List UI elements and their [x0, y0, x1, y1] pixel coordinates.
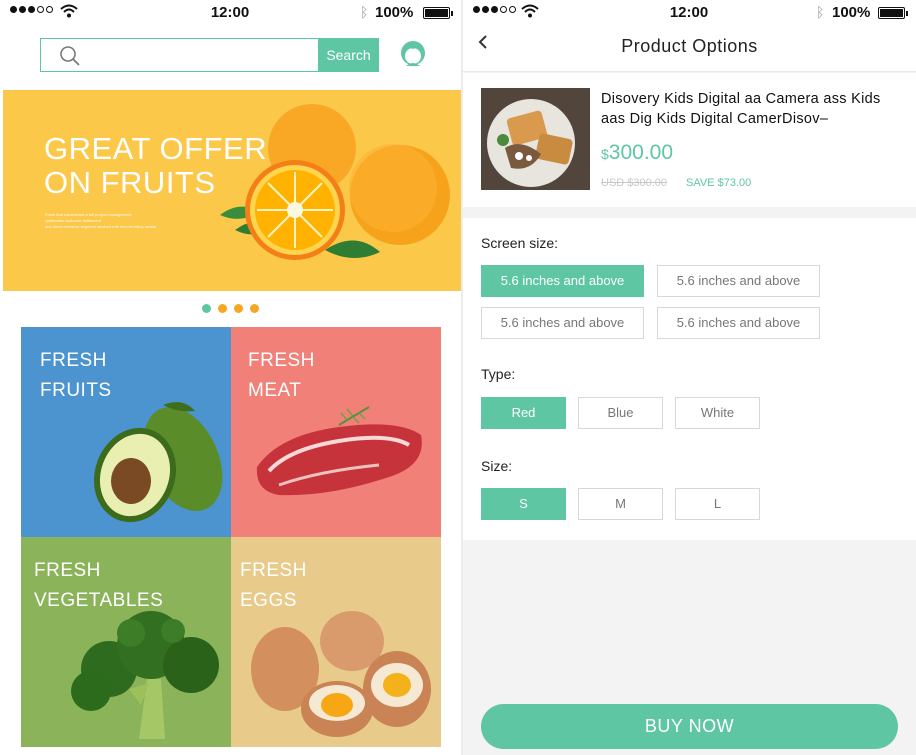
screen-size-option[interactable]: 5.6 inches and above: [481, 265, 644, 297]
product-price: $300.00: [601, 141, 674, 164]
search-input[interactable]: [40, 38, 318, 72]
wifi-icon: [521, 4, 539, 18]
product-options-screen: 12:00 ᛒ 100% Product Options Disovery Ki…: [463, 0, 916, 755]
signal-icon: [10, 6, 53, 13]
oranges-image: [220, 104, 450, 260]
promo-banner[interactable]: GREAT OFFERS ON FRUITS Fresh fruit estab…: [3, 90, 461, 291]
screen-size-label: Screen size:: [481, 235, 559, 251]
battery-percent: 100%: [375, 4, 414, 21]
category-fresh-fruits[interactable]: FRESH FRUITS: [21, 327, 231, 537]
type-option[interactable]: White: [675, 397, 760, 429]
original-price: USD $300.00: [601, 177, 668, 189]
type-label: Type:: [481, 366, 516, 382]
carousel-dots[interactable]: [202, 304, 259, 313]
size-option[interactable]: L: [675, 488, 760, 520]
category-fresh-meat[interactable]: FRESH MEAT: [231, 327, 441, 537]
eggs-image: [251, 611, 431, 737]
status-bar: 12:00 ᛒ 100%: [0, 0, 461, 26]
product-thumbnail: [481, 88, 590, 190]
screen-size-option[interactable]: 5.6 inches and above: [657, 307, 820, 339]
options-panel: Screen size: 5.6 inches and above 5.6 in…: [463, 218, 916, 540]
signal-icon: [473, 6, 516, 13]
navigation-bar: 12:00 ᛒ 100% Product Options: [463, 0, 916, 72]
home-screen: 12:00 ᛒ 100% Search GREAT OFFERS ON FRUI…: [0, 0, 461, 755]
broccoli-image: [71, 611, 219, 739]
battery-percent: 100%: [832, 4, 871, 21]
carousel-dot[interactable]: [218, 304, 227, 313]
carousel-dot[interactable]: [234, 304, 243, 313]
page-title: Product Options: [621, 36, 758, 56]
size-option[interactable]: S: [481, 488, 566, 520]
battery-icon: [878, 7, 908, 19]
carousel-dot[interactable]: [202, 304, 211, 313]
type-option[interactable]: Red: [481, 397, 566, 429]
type-option[interactable]: Blue: [578, 397, 663, 429]
search-icon: [60, 46, 80, 66]
size-label: Size:: [481, 458, 513, 474]
bluetooth-icon: ᛒ: [360, 4, 369, 20]
status-time: 12:00: [210, 4, 250, 21]
bluetooth-icon: ᛒ: [816, 4, 825, 20]
screen-size-option[interactable]: 5.6 inches and above: [657, 265, 820, 297]
category-fresh-vegetables[interactable]: FRESH VEGETABLES: [21, 537, 231, 747]
size-option[interactable]: M: [578, 488, 663, 520]
status-bar: 12:00 ᛒ 100%: [463, 0, 916, 26]
search-button[interactable]: Search: [318, 38, 379, 72]
product-name: Disovery Kids Digital aa Camera ass Kids…: [601, 91, 881, 127]
carousel-dot[interactable]: [250, 304, 259, 313]
wifi-icon: [60, 4, 78, 18]
status-time: 12:00: [669, 4, 709, 21]
product-summary: Disovery Kids Digital aa Camera ass Kids…: [463, 73, 916, 207]
buy-now-button[interactable]: BUY NOW: [481, 704, 898, 749]
steak-image: [256, 406, 422, 496]
savings-label: SAVE $73.00: [686, 177, 752, 189]
avatar-icon[interactable]: [397, 38, 429, 70]
screen-size-option[interactable]: 5.6 inches and above: [481, 307, 644, 339]
battery-icon: [423, 7, 453, 19]
banner-subtitle: Fresh fruit established a full project m…: [45, 212, 157, 229]
avocado-image: [93, 402, 223, 523]
category-fresh-eggs[interactable]: FRESH EGGS: [231, 537, 441, 747]
